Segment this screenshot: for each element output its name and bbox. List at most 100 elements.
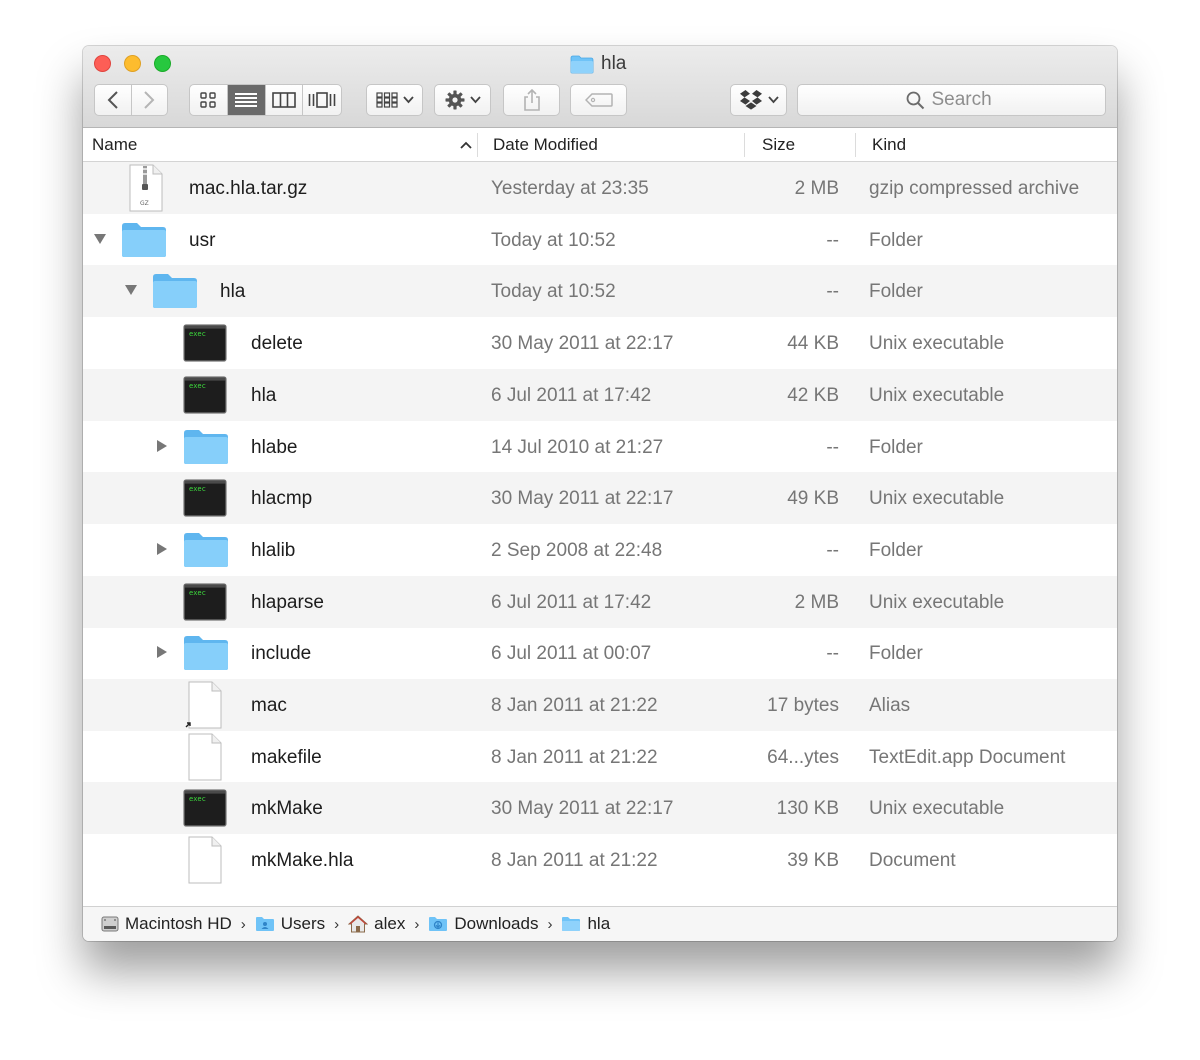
file-row[interactable]: makefile 8 Jan 2011 at 21:22 64...ytes Text… (83, 731, 1117, 783)
file-kind: gzip compressed archive (869, 178, 1080, 199)
window-title-label: hla (601, 53, 627, 74)
column-view-button[interactable] (266, 85, 304, 115)
file-row[interactable]: hlalib 2 Sep 2008 at 22:48 -- Folder (83, 524, 1117, 576)
file-kind: Unix executable (869, 591, 1005, 613)
file-date-modified: Today at 10:52 (491, 229, 616, 251)
file-size: 2 MB (794, 591, 839, 613)
folder-icon (570, 55, 594, 73)
file-size: -- (826, 436, 839, 458)
search-icon (906, 91, 924, 109)
path-bar: Macintosh HD › Users › alex › Downloads … (83, 906, 1117, 941)
path-item-hla[interactable]: hla (561, 914, 610, 934)
users-folder-icon (255, 917, 274, 931)
file-row[interactable]: hlabe 14 Jul 2010 at 21:27 -- Folder (83, 421, 1117, 473)
file-name: mac (251, 695, 287, 716)
file-date-modified: 8 Jan 2011 at 21:22 (491, 746, 658, 768)
svg-text:exec: exec (189, 589, 206, 597)
path-item-label: Users (280, 914, 326, 933)
column-divider[interactable] (477, 133, 478, 157)
column-header-size-label: Size (762, 135, 796, 154)
file-kind: Alias (869, 695, 911, 716)
file-name: hlacmp (251, 488, 313, 510)
action-menu-button[interactable] (434, 84, 491, 116)
file-name: hla (220, 281, 246, 303)
cover-flow-view-button[interactable] (303, 85, 341, 115)
svg-text:exec: exec (189, 330, 206, 338)
minimize-window-button[interactable] (124, 55, 141, 72)
file-row[interactable]: hla Today at 10:52 -- Folder (83, 265, 1117, 318)
column-header-kind[interactable]: Kind (872, 128, 1112, 162)
svg-text:exec: exec (189, 795, 206, 803)
file-size: 44 KB (787, 333, 839, 355)
disclosure-collapsed-icon[interactable] (154, 644, 170, 660)
sort-ascending-icon (460, 141, 472, 149)
list-view-button[interactable] (227, 85, 266, 115)
file-name: hlaparse (251, 591, 324, 613)
path-item-macintosh-hd[interactable]: Macintosh HD (101, 914, 232, 934)
file-size: -- (826, 229, 839, 251)
disclosure-collapsed-icon[interactable] (154, 438, 170, 454)
file-size: 49 KB (787, 488, 839, 510)
icon-view-button[interactable] (190, 85, 228, 115)
back-button[interactable] (95, 85, 132, 115)
file-name: hlalib (251, 539, 296, 561)
column-header-size[interactable]: Size (762, 128, 852, 162)
file-row[interactable]: GZ mac.hla.tar.gz Yesterday at 23:35 2 MB gz… (83, 162, 1117, 214)
file-size: -- (826, 539, 839, 561)
disclosure-collapsed-icon[interactable] (154, 541, 170, 557)
disclosure-expanded-icon[interactable] (92, 231, 108, 247)
file-date-modified: 30 May 2011 at 22:17 (491, 798, 674, 820)
file-row[interactable]: mac 8 Jan 2011 at 21:22 17 bytes Alias (83, 679, 1117, 731)
navigation-buttons (94, 84, 168, 116)
column-divider[interactable] (855, 133, 856, 157)
file-row[interactable]: exec hlacmp 30 May 2011 at 22:17 49 KB Unix … (83, 472, 1117, 525)
file-date-modified: 14 Jul 2010 at 21:27 (491, 436, 664, 458)
disclosure-expanded-icon[interactable] (123, 282, 139, 298)
path-item-alex[interactable]: alex (348, 914, 405, 934)
path-item-users[interactable]: Users (255, 914, 325, 934)
file-size: -- (826, 281, 839, 303)
forward-button[interactable] (132, 85, 168, 115)
file-size: 64...ytes (767, 746, 839, 768)
file-row[interactable]: mkMake.hla 8 Jan 2011 at 21:22 39 KB Docume… (83, 834, 1117, 886)
column-header-name-label: Name (92, 135, 138, 154)
file-size: 2 MB (794, 178, 839, 199)
file-row[interactable]: exec hla 6 Jul 2011 at 17:42 42 KB Unix exec… (83, 368, 1117, 421)
search-field[interactable] (797, 84, 1106, 116)
folder-icon (151, 272, 199, 316)
chevron-down-icon (767, 96, 779, 104)
share-icon (523, 89, 540, 111)
arrange-button[interactable] (366, 84, 423, 116)
file-kind: Unix executable (869, 488, 1005, 510)
column-header-row: Name Date Modified Size Kind (83, 128, 1117, 162)
search-input[interactable] (931, 89, 998, 111)
window-title: hla (570, 53, 626, 75)
file-date-modified: 8 Jan 2011 at 21:22 (491, 695, 658, 716)
folder-icon (120, 221, 168, 265)
exec-icon: exec (183, 789, 227, 833)
file-row[interactable]: exec mkMake 30 May 2011 at 22:17 130 KB Unix… (83, 782, 1117, 835)
exec-icon: exec (183, 582, 227, 627)
share-button[interactable] (503, 84, 560, 116)
file-size: 39 KB (787, 850, 839, 872)
path-item-label: alex (374, 914, 406, 933)
file-row[interactable]: exec hlaparse 6 Jul 2011 at 17:42 2 MB Unix … (83, 575, 1117, 628)
svg-text:exec: exec (189, 382, 206, 390)
file-date-modified: Yesterday at 23:35 (491, 178, 649, 199)
close-window-button[interactable] (94, 55, 111, 72)
column-divider[interactable] (744, 133, 745, 157)
dropbox-button[interactable] (730, 84, 787, 116)
column-header-date[interactable]: Date Modified (493, 128, 733, 162)
tags-button[interactable] (570, 84, 627, 116)
column-header-name[interactable]: Name (92, 128, 476, 162)
path-item-downloads[interactable]: Downloads (428, 914, 538, 934)
file-row[interactable]: include 6 Jul 2011 at 00:07 -- Folder (83, 627, 1117, 679)
zoom-window-button[interactable] (154, 55, 171, 72)
file-row[interactable]: usr Today at 10:52 -- Folder (83, 214, 1117, 266)
file-row[interactable]: exec delete 30 May 2011 at 22:17 44 KB Unix … (83, 317, 1117, 369)
downloads-folder-icon (429, 917, 448, 931)
tag-icon (584, 93, 613, 107)
grid-icon (200, 92, 217, 108)
document-icon (185, 836, 225, 890)
arrange-grid-icon (375, 92, 398, 108)
